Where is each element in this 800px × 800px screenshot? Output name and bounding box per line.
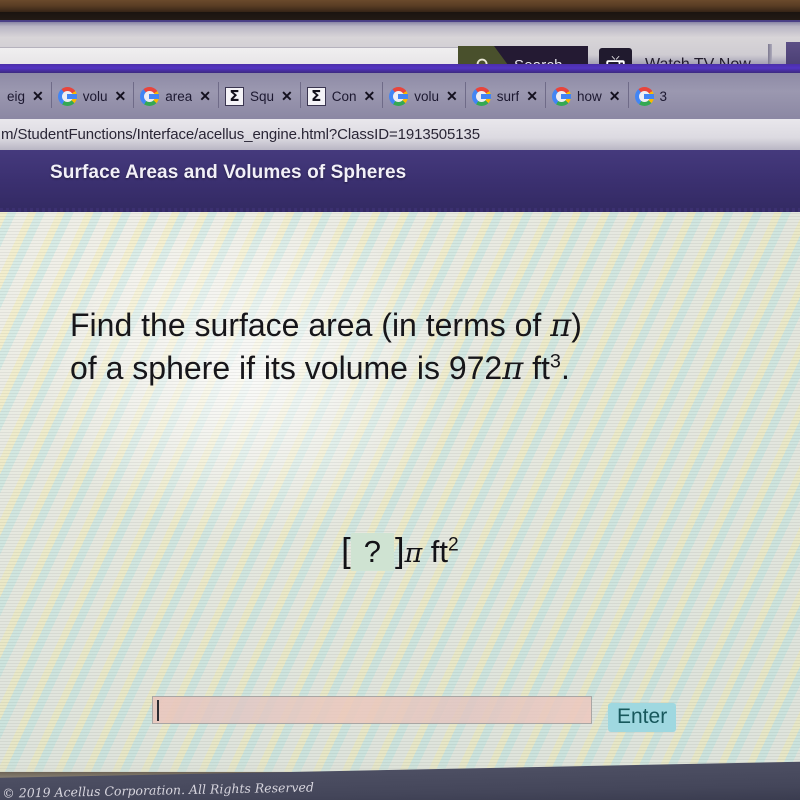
copyright-text: © 2019 Acellus Corporation. All Rights R… (2, 779, 315, 800)
sigma-icon: Σ (306, 86, 326, 106)
exponent: 3 (549, 350, 561, 373)
question-text: Find the surface area (in terms of π) of… (70, 304, 770, 390)
bracket-open: [ (341, 532, 351, 570)
google-icon (634, 86, 654, 106)
pi-symbol: π (502, 349, 524, 388)
tab-title: Squ (250, 88, 275, 104)
enter-button[interactable]: Enter (608, 703, 677, 733)
browser-tab[interactable]: volu ✕ (50, 73, 134, 119)
browser-tab[interactable]: 3 (627, 73, 682, 119)
address-bar-url: m/StudentFunctions/Interface/acellus_eng… (1, 126, 481, 143)
text-cursor (157, 700, 159, 721)
browser-tab[interactable]: how ✕ (545, 73, 628, 119)
screenshot-root: Search Watch TV Now eig✕volu✕area✕ΣSqu✕Σ… (0, 0, 800, 800)
browser-toolbar: Search Watch TV Now (0, 20, 800, 88)
tab-close-icon[interactable]: ✕ (609, 89, 621, 103)
answer-expression: [?]π ft2 (0, 532, 800, 571)
tab-close-icon[interactable]: ✕ (526, 89, 538, 103)
answer-input[interactable] (152, 696, 592, 724)
tab-close-icon[interactable]: ✕ (364, 89, 376, 103)
tab-title: volu (82, 88, 108, 104)
tab-title: eig (7, 88, 26, 104)
google-icon (57, 86, 77, 106)
pi-symbol: π (404, 538, 423, 569)
browser-tab[interactable]: Σ Squ ✕ (218, 73, 300, 119)
google-icon (140, 86, 160, 106)
browser-tab[interactable]: area ✕ (133, 73, 218, 119)
answer-unit: ft (422, 534, 449, 569)
question-line-2: of a sphere if its volume is 972π ft3. (70, 349, 570, 388)
browser-tab[interactable]: Σ Con ✕ (299, 73, 383, 119)
address-bar[interactable]: m/StudentFunctions/Interface/acellus_eng… (0, 119, 800, 150)
tab-close-icon[interactable]: ✕ (446, 89, 458, 103)
tab-title: area (165, 88, 193, 104)
tab-title: 3 (659, 88, 668, 104)
tab-close-icon[interactable]: ✕ (32, 89, 44, 103)
answer-placeholder-box: ? (350, 533, 394, 571)
google-icon (471, 86, 491, 106)
toolbar-accent-bar (0, 64, 800, 73)
tab-title: Con (331, 88, 357, 104)
sigma-icon: Σ (225, 86, 245, 106)
page-title: Surface Areas and Volumes of Spheres (50, 162, 407, 183)
browser-tab[interactable]: eig ✕ (0, 73, 51, 119)
tab-title: how (577, 88, 602, 104)
tab-title: volu (414, 88, 440, 104)
tab-close-icon[interactable]: ✕ (281, 89, 293, 103)
browser-tab[interactable]: surf ✕ (464, 73, 545, 119)
pi-symbol: π (550, 306, 572, 344)
tab-close-icon[interactable]: ✕ (115, 89, 127, 103)
exponent: 2 (448, 534, 459, 556)
question-line-1: Find the surface area (in terms of π) (70, 306, 582, 344)
tab-strip: eig ✕ volu ✕ area ✕ Σ Squ ✕ Σ Con ✕ volu ✕ surf ✕ how ✕ 3 (0, 73, 800, 119)
google-icon (552, 86, 572, 106)
lesson-content: Find the surface area (in terms of π) of… (0, 212, 800, 772)
google-icon (389, 86, 409, 106)
browser-tab[interactable]: volu ✕ (382, 73, 465, 119)
tab-close-icon[interactable]: ✕ (199, 89, 211, 103)
tab-title: surf (496, 88, 520, 104)
